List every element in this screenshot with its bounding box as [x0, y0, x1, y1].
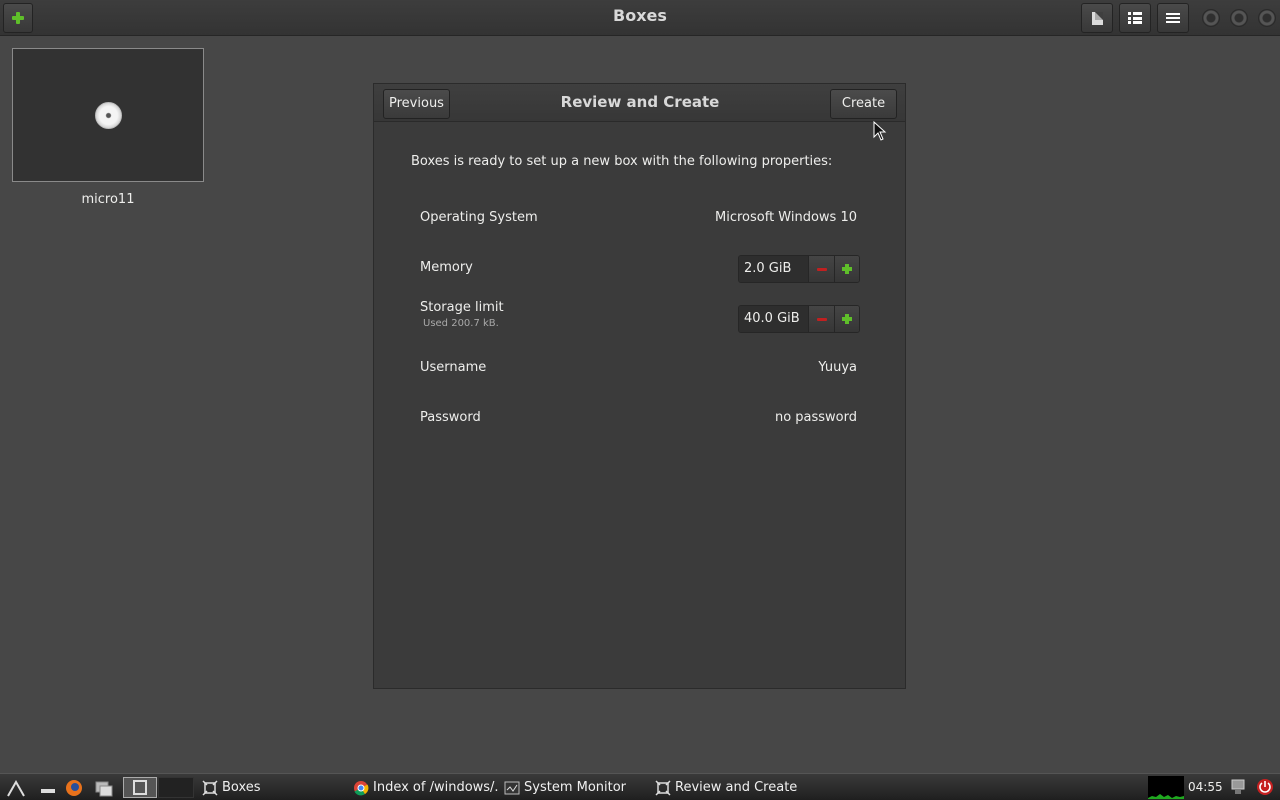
menu-icon [1166, 12, 1180, 24]
chrome-icon [354, 781, 369, 796]
firefox-icon[interactable] [64, 778, 84, 798]
mouse-cursor-icon [873, 121, 887, 141]
cd-disc-icon [95, 102, 122, 129]
boxes-icon [655, 780, 671, 796]
document-icon [1091, 11, 1103, 25]
task-boxes[interactable]: Boxes [200, 776, 346, 800]
box-thumbnail[interactable] [12, 48, 204, 182]
cpu-graph-icon [1148, 776, 1184, 799]
storage-input[interactable]: 40.0 GiB [739, 306, 810, 332]
header-bar: Boxes [0, 0, 1280, 36]
boxes-icon [202, 780, 218, 796]
minus-icon [816, 267, 827, 271]
maximize-button[interactable] [1230, 9, 1248, 27]
review-dialog: Previous Review and Create Create Boxes … [373, 83, 906, 689]
system-monitor-icon [504, 781, 520, 795]
memory-input[interactable]: 2.0 GiB [739, 256, 810, 282]
task-chrome[interactable]: Index of /windows/... [351, 776, 499, 800]
network-icon[interactable] [1229, 778, 1247, 796]
task-system-monitor[interactable]: System Monitor [502, 776, 650, 800]
list-view-icon [1128, 12, 1142, 24]
close-button[interactable] [1258, 9, 1276, 27]
username-value: Yuuya [818, 360, 857, 375]
os-label: Operating System [420, 210, 538, 225]
password-value: no password [774, 410, 857, 425]
show-desktop-icon[interactable] [38, 778, 58, 798]
dialog-header: Previous Review and Create Create [374, 84, 905, 122]
task-label: Index of /windows/... [373, 780, 499, 795]
minus-icon [816, 317, 827, 321]
create-button[interactable]: Create [830, 89, 897, 119]
memory-label: Memory [420, 260, 473, 275]
file-manager-icon[interactable] [94, 778, 114, 798]
box-name[interactable]: micro11 [12, 192, 204, 207]
os-value: Microsoft Windows 10 [715, 210, 857, 225]
storage-label: Storage limit [420, 300, 504, 315]
storage-increase-button[interactable] [834, 306, 859, 332]
plus-icon [842, 314, 853, 324]
task-label: System Monitor [524, 780, 627, 795]
task-label: Review and Create [675, 780, 798, 795]
taskbar: Boxes Index of /windows/... System Monit… [0, 773, 1280, 800]
memory-decrease-button[interactable] [809, 256, 835, 282]
start-menu-icon[interactable] [6, 778, 26, 798]
task-label: Boxes [222, 780, 261, 795]
username-label: Username [420, 360, 487, 375]
task-review-and-create[interactable]: Review and Create [653, 776, 803, 800]
storage-decrease-button[interactable] [809, 306, 835, 332]
storage-stepper[interactable]: 40.0 GiB [738, 305, 860, 333]
previous-button[interactable]: Previous [383, 89, 450, 119]
intro-text: Boxes is ready to set up a new box with … [411, 154, 833, 169]
workspace-1[interactable] [123, 777, 157, 798]
password-label: Password [420, 410, 481, 425]
window-title: Boxes [613, 6, 667, 25]
list-view-button[interactable] [1119, 3, 1151, 33]
power-icon[interactable] [1256, 778, 1274, 796]
clock: 04:55 [1188, 780, 1223, 794]
plus-icon [12, 12, 24, 24]
select-items-button[interactable] [1081, 3, 1113, 33]
storage-used-text: Used 200.7 kB. [423, 318, 499, 329]
menu-button[interactable] [1157, 3, 1189, 33]
minimize-button[interactable] [1202, 9, 1220, 27]
dialog-title: Review and Create [560, 93, 720, 111]
workspace-2[interactable] [158, 777, 194, 798]
new-box-button[interactable] [3, 3, 33, 33]
memory-stepper[interactable]: 2.0 GiB [738, 255, 860, 283]
plus-icon [842, 264, 853, 274]
memory-increase-button[interactable] [834, 256, 859, 282]
